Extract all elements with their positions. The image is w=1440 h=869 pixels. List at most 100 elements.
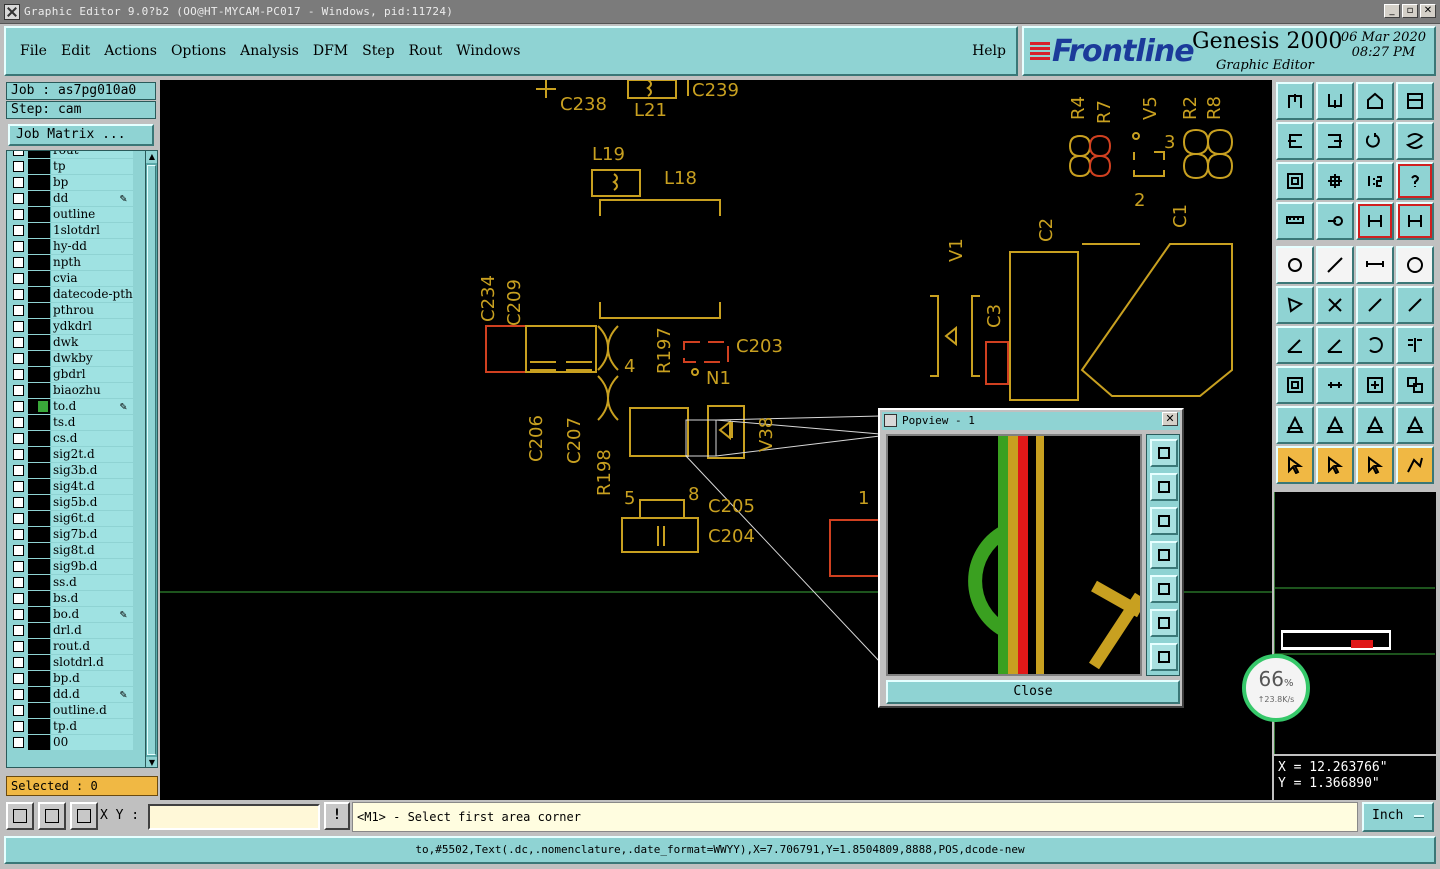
layer-row[interactable]: sig4t.d [11,479,133,494]
layer-display-checkbox[interactable] [13,529,24,540]
layer-affected-toggle[interactable] [28,543,50,558]
layer-name[interactable]: bs.d [50,591,133,606]
layer-affected-toggle[interactable] [28,479,50,494]
layer-scrollbar[interactable]: ▲ ▼ [145,151,157,767]
layer-affected-toggle[interactable] [28,399,50,414]
layer-name[interactable]: rout [50,151,133,158]
layer-affected-toggle[interactable] [28,335,50,350]
layer-affected-toggle[interactable] [28,495,50,510]
layer-name[interactable]: bp [50,175,133,190]
tool-triangle-button[interactable] [1356,406,1394,444]
layer-affected-toggle[interactable] [28,463,50,478]
layer-affected-toggle[interactable] [28,671,50,686]
tool-redraw-button[interactable] [1356,122,1394,160]
tool-scale-1-2-button[interactable] [1356,162,1394,200]
layer-affected-toggle[interactable] [28,223,50,238]
layer-display-checkbox[interactable] [13,545,24,556]
layer-name[interactable]: dwkby [50,351,133,366]
layer-name[interactable]: npth [50,255,133,270]
xy-input[interactable] [148,804,320,830]
layer-name[interactable]: 1slotdrl [50,223,133,238]
popview-zoom-in-icon[interactable] [1150,609,1178,637]
layer-name[interactable]: pthrou [50,303,133,318]
layer-display-checkbox[interactable] [13,561,24,572]
tool-window-button[interactable] [1396,82,1434,120]
layer-display-checkbox[interactable] [13,705,24,716]
layer-affected-toggle[interactable] [28,719,50,734]
layer-row[interactable]: cvia [11,271,133,286]
tool-pan-right-button[interactable] [1316,122,1354,160]
layer-affected-toggle[interactable] [28,351,50,366]
layer-affected-toggle[interactable] [28,255,50,270]
tool-pan-up-button[interactable] [1276,82,1314,120]
tool-zoom-fit-button[interactable] [1276,162,1314,200]
scroll-up-icon[interactable]: ▲ [146,151,157,163]
layer-affected-toggle[interactable] [28,527,50,542]
layer-display-checkbox[interactable] [13,721,24,732]
tool-circle-button[interactable] [1396,246,1434,284]
layer-display-checkbox[interactable] [13,193,24,204]
layer-affected-toggle[interactable] [28,511,50,526]
layer-affected-toggle[interactable] [28,151,50,158]
layer-name[interactable]: sig2t.d [50,447,133,462]
layer-affected-toggle[interactable] [28,239,50,254]
layer-row[interactable]: outline.d [11,703,133,718]
layer-name[interactable]: sig8t.d [50,543,133,558]
layer-display-checkbox[interactable] [13,401,24,412]
overview-map[interactable] [1274,492,1436,754]
layer-row[interactable]: sig3b.d [11,463,133,478]
tool-snap-center-button[interactable] [1356,366,1394,404]
tool-measure-button[interactable] [1356,202,1394,240]
menu-rout[interactable]: Rout [409,43,443,59]
layer-row[interactable]: sig9b.d [11,559,133,574]
layer-row[interactable]: ydkdrl [11,319,133,334]
snap-button[interactable] [6,802,34,830]
tool-help-button[interactable] [1396,162,1434,200]
tool-measure-button[interactable] [1396,202,1434,240]
tool-home-button[interactable] [1356,82,1394,120]
layer-row[interactable]: sig2t.d [11,447,133,462]
layer-name[interactable]: tp.d [50,719,133,734]
layer-row[interactable]: sig8t.d [11,543,133,558]
tool-triangle-button[interactable] [1316,406,1354,444]
minimize-button[interactable]: _ [1384,4,1400,18]
popview-zoom-out-icon[interactable] [1150,643,1178,671]
layer-affected-toggle[interactable] [28,207,50,222]
layer-row[interactable]: dd ✎ [11,191,133,206]
layer-name[interactable]: ts.d [50,415,133,430]
layer-row[interactable]: outline [11,207,133,222]
layer-affected-toggle[interactable] [28,159,50,174]
layer-display-checkbox[interactable] [13,151,24,156]
layer-display-checkbox[interactable] [13,241,24,252]
popview-viewport[interactable] [886,434,1142,676]
menu-windows[interactable]: Windows [456,43,520,59]
tool-s-curve-button[interactable] [1396,122,1434,160]
layer-row[interactable]: tp.d [11,719,133,734]
popview-zoom-fit-icon[interactable] [1150,439,1178,467]
tool-segment-button[interactable] [1396,286,1434,324]
grid-button[interactable] [70,802,98,830]
execute-button[interactable]: ! [324,802,350,830]
job-matrix-button[interactable]: Job Matrix ... [8,124,154,146]
layer-name[interactable]: biaozhu [50,383,133,398]
layer-row[interactable]: tp [11,159,133,174]
layer-display-checkbox[interactable] [13,657,24,668]
close-button[interactable]: ✕ [1420,4,1436,18]
popview-pan-down-icon[interactable] [1150,507,1178,535]
layer-affected-toggle[interactable] [28,687,50,702]
layer-display-checkbox[interactable] [13,481,24,492]
tool-select-circle-button[interactable] [1356,446,1394,484]
layer-display-checkbox[interactable] [13,737,24,748]
layer-display-checkbox[interactable] [13,641,24,652]
layer-row[interactable]: sig5b.d [11,495,133,510]
layer-row[interactable]: bs.d [11,591,133,606]
layer-name[interactable]: slotdrl.d [50,655,133,670]
menu-file[interactable]: File [20,43,47,59]
layer-display-checkbox[interactable] [13,417,24,428]
layer-affected-toggle[interactable] [28,303,50,318]
popview-pan-right-icon[interactable] [1150,575,1178,603]
layer-name[interactable]: tp [50,159,133,174]
tool-line-button[interactable] [1316,246,1354,284]
layer-row[interactable]: rout [11,151,133,158]
layer-display-checkbox[interactable] [13,273,24,284]
